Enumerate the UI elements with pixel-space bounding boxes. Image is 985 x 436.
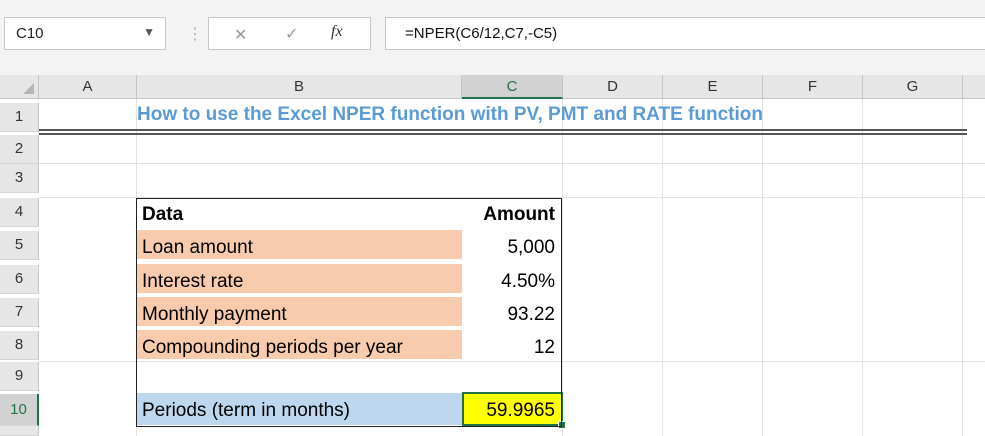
row-header-2[interactable]: 2 (0, 135, 39, 164)
row-header-8[interactable]: 8 (0, 331, 39, 360)
row-header-7[interactable]: 7 (0, 298, 39, 327)
row-header-9[interactable]: 9 (0, 362, 39, 391)
cancel-icon[interactable]: ✕ (234, 25, 247, 45)
row-header-1[interactable]: 1 (0, 103, 39, 132)
table-header-data[interactable]: Data (142, 204, 183, 226)
formula-text: =NPER(C6/12,C7,-C5) (405, 25, 558, 42)
column-header-f[interactable]: F (763, 75, 863, 99)
row-header-3[interactable]: 3 (0, 164, 39, 193)
title-double-underline (39, 133, 967, 135)
gridline (962, 99, 963, 436)
cell-value[interactable]: 93.22 (460, 304, 555, 326)
insert-function-icon[interactable]: fx (331, 23, 343, 41)
cell-label[interactable]: Monthly payment (142, 304, 287, 326)
result-label[interactable]: Periods (term in months) (142, 400, 350, 422)
column-header-g[interactable]: G (863, 75, 963, 99)
fill-handle[interactable] (558, 421, 566, 429)
column-header-b[interactable]: B (137, 75, 462, 99)
cell-value[interactable]: 12 (460, 337, 555, 359)
sheet-title[interactable]: How to use the Excel NPER function with … (137, 104, 763, 126)
gridline (562, 99, 563, 436)
column-header-h[interactable] (963, 75, 985, 99)
row-header-6[interactable]: 6 (0, 265, 39, 294)
row-header-4[interactable]: 4 (0, 198, 39, 227)
chevron-down-icon[interactable]: ▼ (143, 25, 155, 39)
formula-input[interactable]: =NPER(C6/12,C7,-C5) (385, 17, 985, 50)
name-box-value: C10 (16, 25, 44, 42)
select-all-icon (23, 83, 34, 94)
gridline (762, 99, 763, 436)
title-double-underline (39, 129, 967, 131)
column-header-e[interactable]: E (663, 75, 763, 99)
column-header-d[interactable]: D (563, 75, 663, 99)
name-box[interactable]: C10 ▼ (4, 17, 166, 50)
formula-buttons: ✕ ✓ fx (208, 17, 371, 50)
column-header-c[interactable]: C (462, 75, 563, 99)
check-icon[interactable]: ✓ (285, 24, 298, 44)
select-all-button[interactable] (0, 75, 39, 99)
gridline (39, 197, 985, 198)
result-value[interactable]: 59.9965 (460, 400, 555, 422)
cell-value[interactable]: 4.50% (460, 271, 555, 293)
grip-dots-icon: ⋮ (187, 26, 203, 43)
cell-label[interactable]: Compounding periods per year (142, 337, 403, 359)
row-header-10[interactable]: 10 (0, 394, 39, 426)
row-header-5[interactable]: 5 (0, 231, 39, 260)
cell-label[interactable]: Loan amount (142, 237, 253, 259)
cell-label[interactable]: Interest rate (142, 271, 243, 293)
gridline (662, 99, 663, 436)
cell-value[interactable]: 5,000 (460, 237, 555, 259)
table-header-amount[interactable]: Amount (460, 204, 555, 226)
gridline (39, 163, 985, 164)
formula-bar: C10 ▼ ⋮ ✕ ✓ fx =NPER(C6/12,C7,-C5) (0, 0, 985, 75)
row-header-11[interactable] (0, 426, 39, 436)
gridline (39, 361, 985, 362)
column-header-a[interactable]: A (39, 75, 137, 99)
gridline (862, 99, 863, 436)
